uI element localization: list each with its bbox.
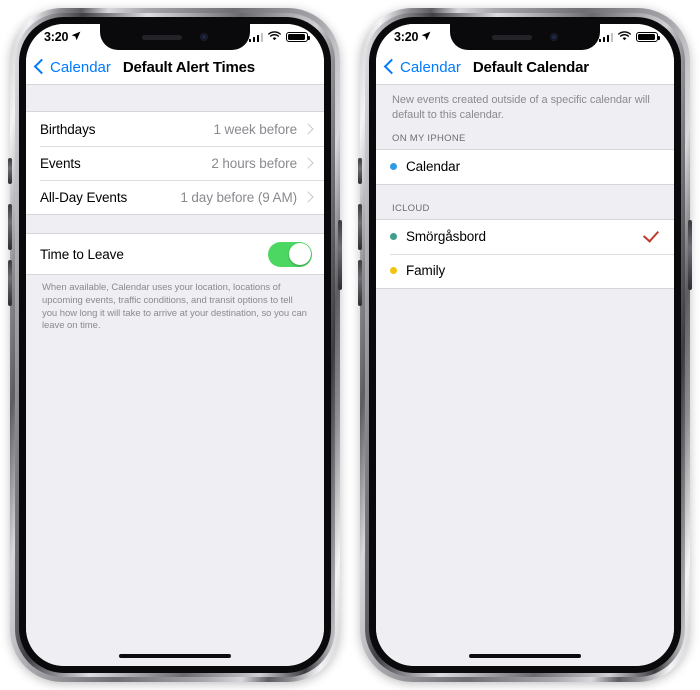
calendar-color-dot-icon — [390, 267, 397, 275]
settings-content-right: New events created outside of a specific… — [376, 85, 674, 666]
location-arrow-icon — [421, 30, 431, 44]
settings-content-left: Birthdays 1 week before Events 2 hours b… — [26, 85, 324, 666]
chevron-left-icon — [383, 58, 400, 75]
notch — [450, 24, 600, 50]
cellular-signal-icon — [598, 32, 613, 42]
power-button[interactable] — [338, 220, 342, 290]
time-to-leave-toggle[interactable] — [268, 241, 312, 267]
status-bar-time: 3:20 — [44, 30, 69, 44]
volume-down-button[interactable] — [8, 260, 12, 306]
battery-icon — [286, 31, 310, 43]
default-alert-times-group: Birthdays 1 week before Events 2 hours b… — [26, 111, 324, 215]
phone-screen-left: 3:20 Calendar Default Alert Times Birthd… — [26, 24, 324, 666]
status-bar-left-cluster: 3:20 — [44, 30, 81, 44]
row-value: 2 hours before — [211, 155, 297, 171]
phone-screen-right: 3:20 Calendar Default Calendar New event… — [376, 24, 674, 666]
back-button-label: Calendar — [50, 58, 111, 76]
wifi-icon — [268, 30, 281, 44]
back-button-label: Calendar — [400, 58, 461, 76]
volume-up-button[interactable] — [8, 204, 12, 250]
row-label: Time to Leave — [40, 246, 124, 262]
footer-note: When available, Calendar uses your locat… — [42, 282, 307, 332]
on-my-iphone-group: Calendar — [376, 148, 674, 185]
mute-switch-button[interactable] — [358, 158, 362, 184]
row-value: 1 day before (9 AM) — [180, 189, 297, 205]
chevron-left-icon — [33, 58, 50, 75]
status-bar-time: 3:20 — [394, 30, 419, 44]
location-arrow-icon — [71, 30, 81, 44]
table-row[interactable]: Birthdays 1 week before — [26, 112, 324, 146]
volume-up-button[interactable] — [358, 204, 362, 250]
phone-device-right: 3:20 Calendar Default Calendar New event… — [358, 8, 692, 682]
list-item[interactable]: Smörgåsbord — [376, 220, 674, 254]
back-button[interactable]: Calendar — [33, 58, 111, 76]
home-indicator[interactable] — [119, 654, 231, 658]
toggle-knob — [288, 243, 311, 265]
row-label: Events — [40, 155, 81, 171]
top-spacer — [26, 85, 324, 111]
earpiece-speaker-icon — [142, 34, 182, 40]
battery-icon — [636, 31, 660, 43]
screenshot-stage: 3:20 Calendar Default Alert Times Birthd… — [0, 0, 700, 690]
nav-bar-left: Calendar Default Alert Times — [26, 50, 324, 85]
icloud-group: Smörgåsbord Family — [376, 218, 674, 289]
section-spacer — [26, 215, 324, 233]
cellular-signal-icon — [248, 32, 263, 42]
page-title: Default Alert Times — [122, 58, 255, 76]
list-item[interactable]: Calendar — [376, 150, 674, 184]
page-description: New events created outside of a specific… — [392, 94, 650, 121]
section-spacer — [376, 184, 674, 203]
mute-switch-button[interactable] — [8, 158, 12, 184]
power-button[interactable] — [688, 220, 692, 290]
wifi-icon — [618, 30, 631, 44]
calendar-color-dot-icon — [390, 163, 397, 171]
front-camera-icon — [550, 33, 558, 41]
time-to-leave-group: Time to Leave — [26, 233, 324, 275]
section-header-icloud: ICLOUD — [392, 202, 430, 214]
volume-down-button[interactable] — [358, 260, 362, 306]
checkmark-icon — [642, 226, 660, 243]
home-indicator[interactable] — [469, 654, 581, 658]
chevron-right-icon — [302, 191, 314, 203]
nav-bar-right: Calendar Default Calendar — [376, 50, 674, 85]
calendar-name: Family — [406, 263, 446, 279]
calendar-color-dot-icon — [390, 233, 397, 241]
page-title: Default Calendar — [472, 58, 589, 76]
phone-device-left: 3:20 Calendar Default Alert Times Birthd… — [8, 8, 342, 682]
list-item[interactable]: Family — [376, 253, 674, 288]
notch — [100, 24, 250, 50]
table-row[interactable]: All-Day Events 1 day before (9 AM) — [26, 180, 324, 214]
status-bar-right-cluster — [248, 30, 310, 44]
back-button[interactable]: Calendar — [383, 58, 461, 76]
front-camera-icon — [200, 33, 208, 41]
earpiece-speaker-icon — [492, 34, 532, 40]
status-bar-right-cluster — [598, 30, 660, 44]
row-label: Birthdays — [40, 121, 96, 137]
table-row[interactable]: Events 2 hours before — [26, 146, 324, 180]
row-label: All-Day Events — [40, 189, 128, 205]
status-bar-left-cluster: 3:20 — [394, 30, 431, 44]
row-value: 1 week before — [213, 121, 297, 137]
chevron-right-icon — [302, 123, 314, 135]
calendar-name: Smörgåsbord — [406, 229, 486, 245]
section-header-on-my-iphone: ON MY IPHONE — [392, 132, 466, 144]
chevron-right-icon — [302, 157, 314, 169]
calendar-name: Calendar — [406, 159, 460, 175]
table-row[interactable]: Time to Leave — [26, 234, 324, 274]
